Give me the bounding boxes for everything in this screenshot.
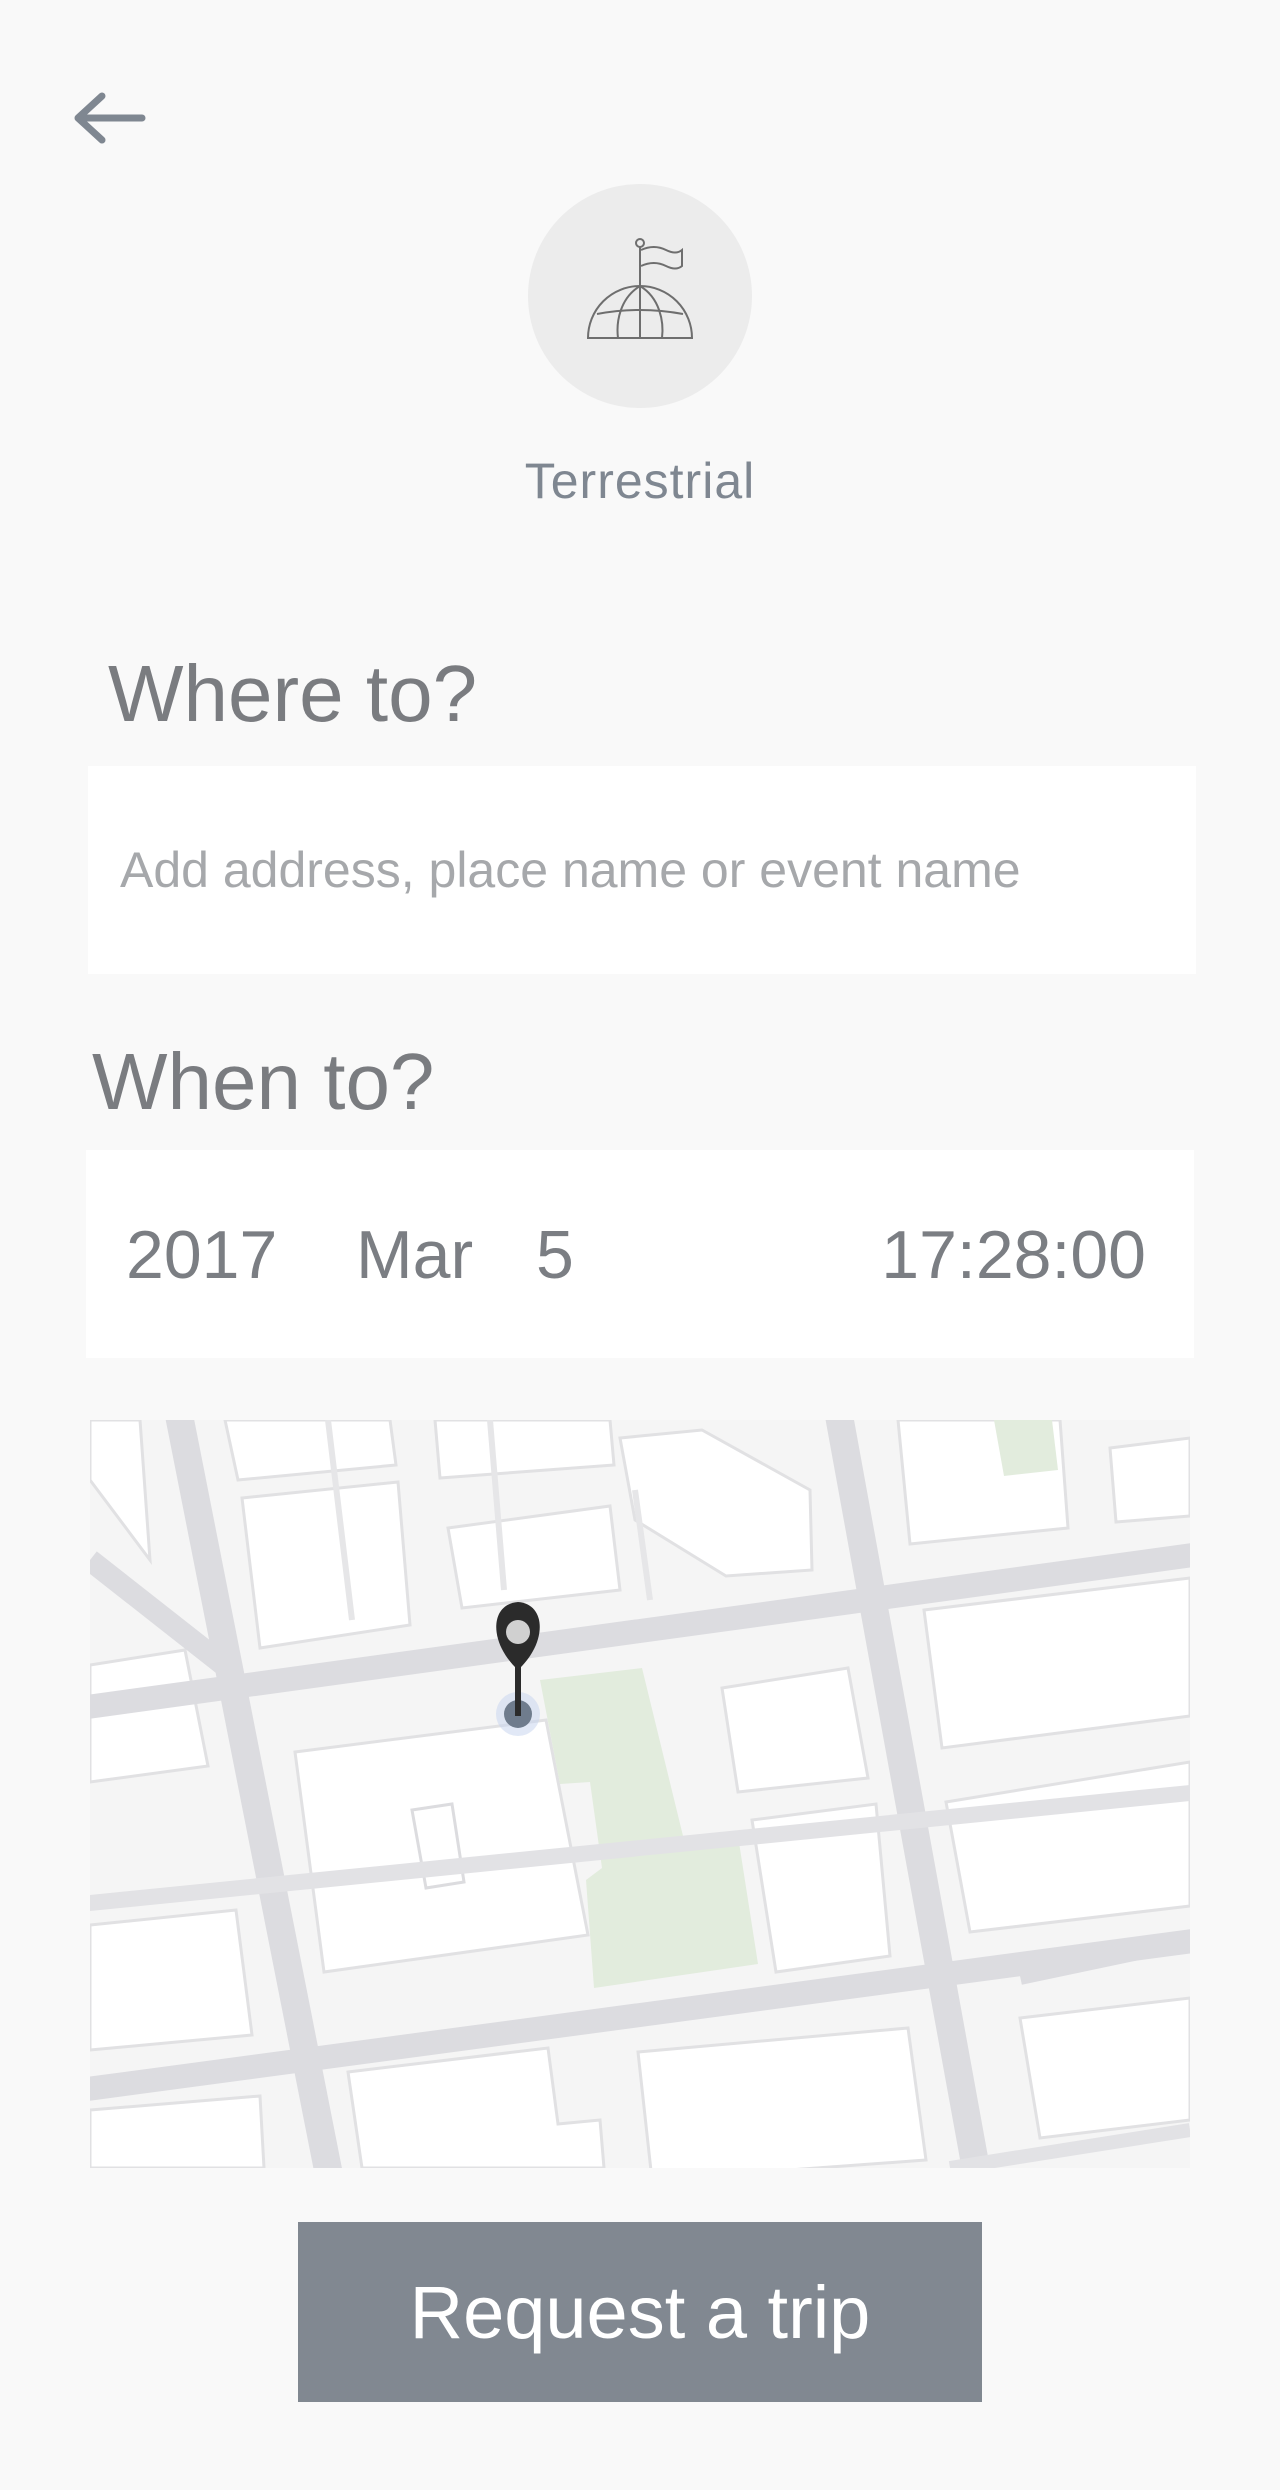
- when-title: When to?: [92, 1037, 435, 1126]
- address-field-container: [88, 766, 1196, 974]
- globe-flag-icon: [586, 238, 694, 339]
- time-value[interactable]: 17:28:00: [881, 1210, 1146, 1300]
- address-input[interactable]: [120, 766, 1160, 974]
- datetime-picker[interactable]: 2017 Mar 5 17:28:00: [86, 1150, 1194, 1358]
- request-trip-button[interactable]: Request a trip: [298, 2222, 982, 2402]
- map-canvas: [90, 1420, 1190, 2168]
- year-value[interactable]: 2017: [126, 1210, 277, 1300]
- arrow-left-icon: [74, 92, 146, 144]
- mode-label: Terrestrial: [524, 453, 756, 509]
- mode-avatar: [528, 184, 752, 408]
- back-button[interactable]: [60, 80, 160, 160]
- map-view[interactable]: [90, 1420, 1190, 2168]
- trip-request-screen: Terrestrial Where to? When to? 2017 Mar …: [0, 0, 1280, 2490]
- month-value[interactable]: Mar: [356, 1210, 473, 1300]
- where-title: Where to?: [108, 649, 478, 738]
- day-value[interactable]: 5: [536, 1210, 574, 1300]
